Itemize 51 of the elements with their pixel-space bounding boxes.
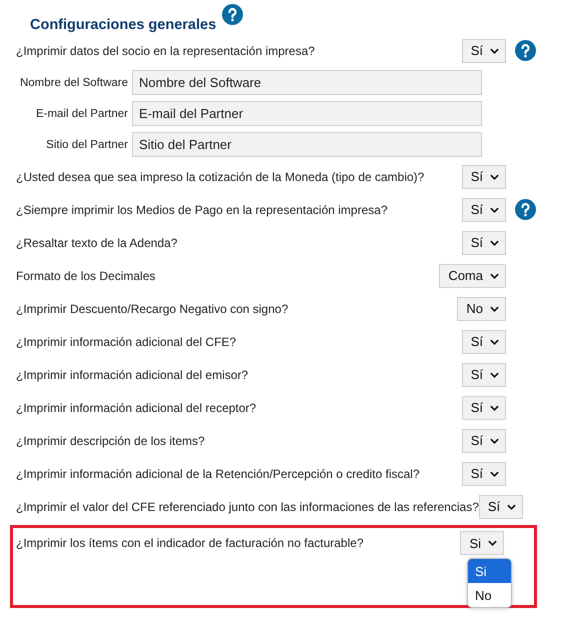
setting-label: Formato de los Decimales (16, 268, 156, 282)
field-label: Sitio del Partner (45, 138, 129, 150)
setting-label: ¿Siempre imprimir los Medios de Pago en la representación impresa? (16, 202, 388, 216)
help-icon[interactable] (515, 40, 536, 61)
chevron-icon (507, 504, 516, 510)
input-field[interactable]: Nombre del Software (132, 70, 482, 95)
chevron-icon (490, 338, 499, 344)
field-label: Nombre del Software (18, 76, 129, 88)
dropdown[interactable]: Coma (439, 264, 506, 288)
dropdown[interactable]: Sí (462, 198, 506, 222)
dropdown[interactable]: Sí (462, 230, 506, 254)
dropdown[interactable]: Sí (462, 330, 506, 354)
setting-label: ¿Resaltar texto de la Adenda? (16, 236, 178, 250)
dropdown[interactable]: Si (460, 531, 504, 555)
setting-label: ¿Usted desea que sea impreso la cotización de la Moneda (tipo de cambio)? (16, 170, 426, 184)
field-label: E-mail del Partner (34, 108, 129, 120)
setting-label: ¿Imprimir descripción de los items? (16, 434, 206, 448)
setting-label: ¿Imprimir información adicional del receptor? (16, 400, 258, 414)
setting-label: ¿Imprimir el valor del CFE referenciado junto con las informaciones de las referencias? (16, 500, 479, 514)
chevron-icon (490, 470, 499, 476)
chevron-icon (490, 306, 499, 312)
chevron-icon (490, 174, 499, 180)
dropdown[interactable]: Sí (462, 164, 506, 188)
dropdown[interactable]: Sí (462, 428, 506, 452)
dropdown[interactable]: Sí (462, 362, 506, 386)
setting-label: ¿Imprimir datos del socio en la representación impresa? (16, 44, 316, 58)
chevron-icon (488, 540, 497, 546)
chevron-icon (490, 372, 499, 378)
chevron-icon (490, 206, 499, 212)
chevron-icon (490, 404, 499, 410)
help-icon[interactable] (515, 199, 536, 220)
setting-label: ¿Imprimir Descuento/Recargo Negativo con signo? (16, 302, 290, 316)
dropdown[interactable]: Sí (462, 38, 506, 62)
chevron-icon (490, 438, 499, 444)
dropdown-option[interactable]: Si (468, 559, 511, 583)
dropdown[interactable]: Sí (462, 396, 506, 420)
help-icon[interactable] (222, 4, 244, 25)
setting-label: ¿Imprimir los ítems con el indicador de facturación no facturable? (16, 536, 364, 550)
dropdown-option[interactable]: No (468, 583, 511, 607)
setting-label: ¿Imprimir información adicional de la Retención/Percepción o credito fiscal? (16, 466, 421, 480)
chevron-icon (490, 48, 499, 54)
dropdown[interactable]: No (457, 296, 506, 320)
setting-label: ¿Imprimir información adicional del CFE? (16, 334, 238, 348)
chevron-icon (490, 272, 499, 278)
input-field[interactable]: E-mail del Partner (132, 101, 482, 126)
section-title: Configuraciones generales (30, 16, 216, 34)
dropdown[interactable]: Sí (462, 462, 506, 486)
setting-label: ¿Imprimir información adicional del emisor? (16, 368, 250, 382)
input-field[interactable]: Sitio del Partner (132, 132, 482, 157)
chevron-icon (490, 240, 499, 246)
dropdown[interactable]: Sí (478, 494, 524, 518)
